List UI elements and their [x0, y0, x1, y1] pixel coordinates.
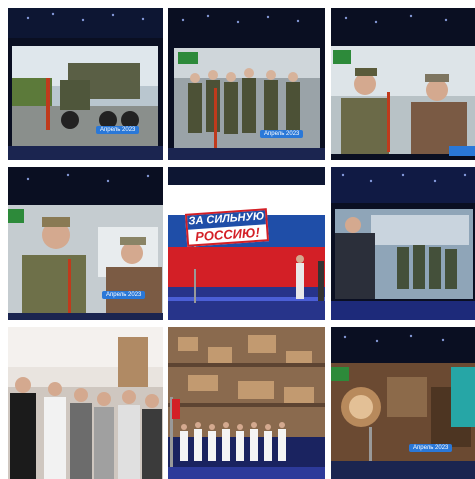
photo-collage: Апрель 2023 Апрель 2023 Апрель 2023 ЗА С… — [0, 0, 475, 479]
photo-military-truck: Апрель 2023 — [8, 8, 163, 160]
photo-youth-group — [8, 327, 163, 479]
industrial-scene — [331, 327, 475, 479]
date-caption: Апрель 2023 — [96, 126, 140, 134]
date-caption: Апрель 2023 — [260, 130, 304, 138]
speaker-scene — [331, 167, 475, 320]
photo-two-soldiers — [331, 8, 475, 160]
choir-scene — [168, 327, 325, 479]
date-caption: Апрель 2023 — [102, 291, 146, 299]
photo-soldier-portraits: Апрель 2023 — [8, 167, 163, 320]
photo-choir-stage — [168, 327, 325, 479]
photo-industrial-screen: Апрель 2023 — [331, 327, 475, 479]
truck-scene — [8, 8, 163, 160]
photo-stage-speaker — [331, 167, 475, 320]
photo-soldiers-group: Апрель 2023 — [168, 8, 325, 160]
date-caption: Апрель 2023 — [409, 444, 453, 452]
slogan-banner: ЗА СИЛЬНУЮ РОССИЮ! — [184, 208, 270, 248]
photo-stage-banner: ЗА СИЛЬНУЮ РОССИЮ! — [168, 167, 325, 320]
two-soldiers-scene — [331, 8, 475, 160]
youth-scene — [8, 327, 163, 479]
